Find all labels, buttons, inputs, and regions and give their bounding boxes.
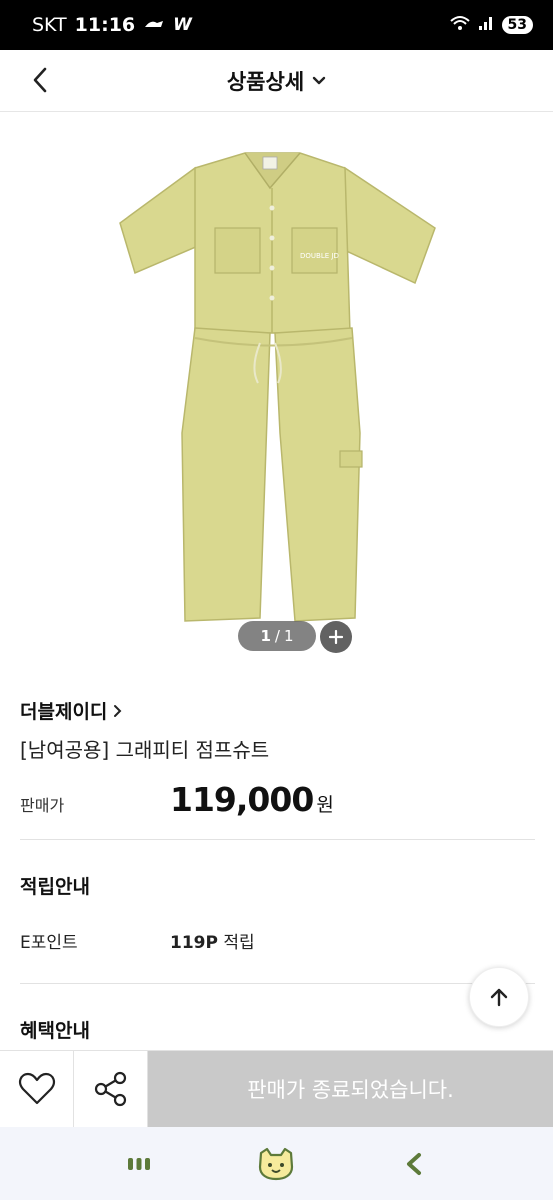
recent-apps-icon — [127, 1157, 150, 1170]
clock: 11:16 — [74, 14, 136, 36]
nav-home[interactable] — [246, 1134, 306, 1194]
pager-current: 1 — [260, 627, 271, 645]
price-label: 판매가 — [20, 796, 65, 815]
status-bar: SKT 11:16 W 53 — [0, 0, 553, 50]
wishlist-button[interactable] — [0, 1051, 74, 1127]
product-image: DOUBLE JD — [119, 152, 436, 622]
product-name: [남여공용] 그래피티 점프슈트 — [20, 738, 270, 762]
page-title-dropdown[interactable]: 상품상세 — [227, 66, 326, 96]
carrier-label: SKT — [32, 14, 67, 36]
price-value: 119,000 — [170, 780, 314, 819]
wifi-icon — [449, 15, 470, 35]
price-unit: 원 — [316, 794, 334, 816]
pager-separator: / — [274, 627, 280, 645]
page-header: 상품상세 — [0, 50, 553, 112]
system-nav-bar — [0, 1127, 553, 1200]
divider — [20, 983, 535, 984]
chevron-down-icon — [312, 76, 326, 84]
benefits-section-title: 혜택안내 — [20, 1020, 90, 1042]
points-value: 119P 적립 — [170, 928, 255, 953]
status-right: 53 — [449, 15, 533, 35]
zoom-button[interactable] — [320, 621, 352, 653]
points-section-title: 적립안내 — [20, 876, 90, 898]
status-left: SKT 11:16 W — [32, 14, 192, 36]
svg-text:DOUBLE JD: DOUBLE JD — [300, 252, 339, 260]
share-button[interactable] — [74, 1051, 148, 1127]
page-title: 상품상세 — [226, 69, 305, 94]
home-icon — [259, 1147, 294, 1180]
points-amount: 119P — [170, 933, 218, 953]
points-suffix: 적립 — [223, 933, 255, 953]
back-button[interactable] — [22, 62, 58, 98]
battery-indicator: 53 — [501, 16, 533, 34]
points-label: E포인트 — [20, 933, 78, 953]
chevron-right-icon — [114, 704, 122, 717]
nav-recent-apps[interactable] — [109, 1134, 169, 1194]
plus-icon — [329, 630, 343, 644]
w-notification-icon: W — [173, 15, 192, 35]
brand-name: 더블제이디 — [20, 701, 108, 723]
signal-icon — [478, 15, 494, 35]
arrow-up-icon — [490, 988, 508, 1007]
nav-back[interactable] — [384, 1134, 444, 1194]
back-icon — [407, 1152, 422, 1175]
bottom-action-bar: 판매가 종료되었습니다. — [0, 1050, 553, 1127]
soldout-button: 판매가 종료되었습니다. — [148, 1051, 553, 1127]
pager-total: 1 — [283, 627, 294, 645]
product-gallery[interactable]: DOUBLE JD 1 / 1 — [0, 113, 553, 663]
divider — [20, 839, 535, 840]
price: 119,000 원 — [170, 780, 334, 819]
app-notification-icon — [143, 14, 165, 36]
share-icon — [94, 1071, 126, 1107]
brand-link[interactable]: 더블제이디 — [20, 697, 122, 724]
image-pager: 1 / 1 — [238, 621, 316, 651]
heart-icon — [18, 1072, 55, 1105]
scroll-top-button[interactable] — [469, 967, 529, 1027]
chevron-left-icon — [33, 67, 47, 93]
